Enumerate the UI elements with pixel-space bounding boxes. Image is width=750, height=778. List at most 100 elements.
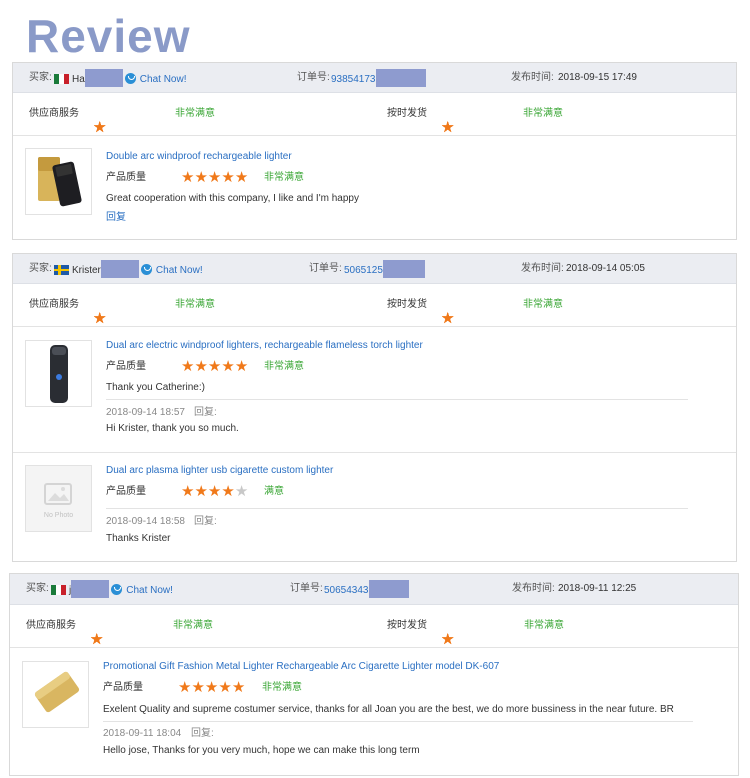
divider bbox=[106, 508, 688, 509]
lighter-image bbox=[50, 345, 68, 403]
star-icon: ★ bbox=[178, 679, 192, 696]
order-number[interactable]: 50654343 bbox=[324, 580, 409, 598]
supplier-service-label: 供应商服务 bbox=[26, 620, 76, 631]
redacted-mask bbox=[100, 260, 139, 278]
star-icon: ★ bbox=[194, 483, 208, 500]
star-icon: ★ bbox=[234, 358, 249, 375]
redacted-mask bbox=[84, 69, 123, 87]
buyer-info: Ha Chat Now! bbox=[53, 69, 187, 87]
buyer-label: 买家: bbox=[29, 263, 52, 274]
service-ratings-row: 供应商服务 ★ ★ ★ ★ ★ 非常满意 按时发货 ★ ★ ★ ★ ★ 非常满意 bbox=[13, 284, 736, 327]
order-number-prefix[interactable]: 93854173 bbox=[331, 74, 376, 85]
review-card: 买家: j Chat Now! 订单号: 50654343 发布时间: 2018-… bbox=[9, 573, 739, 776]
product-title-link[interactable]: Dual arc plasma lighter usb cigarette cu… bbox=[106, 465, 333, 477]
quality-rating-stars: ★★★★★ bbox=[181, 169, 249, 186]
lighter-image bbox=[34, 671, 80, 713]
star-icon: ★ bbox=[207, 483, 222, 500]
item-separator bbox=[13, 452, 736, 453]
quality-rating-text: 非常满意 bbox=[264, 172, 304, 183]
supplier-service-label: 供应商服务 bbox=[29, 108, 79, 119]
product-thumbnail[interactable]: No Photo bbox=[25, 465, 92, 532]
review-card: 买家: Ha Chat Now! 订单号: 93854173 发布时间: 2018… bbox=[12, 62, 737, 240]
product-quality-label: 产品质量 bbox=[106, 486, 146, 497]
shipping-rating-text: 非常满意 bbox=[523, 108, 563, 119]
star-icon: ★ bbox=[194, 169, 208, 186]
review-header: 买家: j Chat Now! 订单号: 50654343 发布时间: 2018-… bbox=[10, 574, 738, 605]
posted-label: 发布时间: bbox=[512, 583, 555, 594]
star-icon: ★ bbox=[231, 679, 246, 696]
product-title-link[interactable]: Dual arc electric windproof lighters, re… bbox=[106, 340, 423, 352]
chat-icon[interactable] bbox=[111, 584, 123, 595]
star-icon: ★ bbox=[234, 483, 249, 500]
reply-text: Thanks Krister bbox=[106, 533, 171, 544]
order-number[interactable]: 93854173 bbox=[331, 69, 426, 87]
chat-now-link[interactable]: Chat Now! bbox=[140, 74, 187, 85]
chat-icon[interactable] bbox=[140, 264, 152, 275]
buyer-name: Ha bbox=[72, 74, 85, 86]
quality-rating-stars: ★★★★★ bbox=[181, 358, 249, 375]
supplier-rating-text: 非常满意 bbox=[175, 299, 215, 310]
chat-now-link[interactable]: Chat Now! bbox=[156, 265, 203, 276]
lighter-image bbox=[38, 157, 82, 207]
product-quality-label: 产品质量 bbox=[106, 172, 146, 183]
review-header: 买家: Ha Chat Now! 订单号: 93854173 发布时间: 2018… bbox=[13, 63, 736, 93]
reply-date: 2018-09-14 18:57 bbox=[106, 407, 185, 418]
order-number[interactable]: 5065125 bbox=[344, 260, 425, 278]
product-quality-label: 产品质量 bbox=[103, 682, 143, 693]
order-label: 订单号: bbox=[297, 72, 330, 83]
star-icon: ★ bbox=[207, 358, 222, 375]
product-thumbnail[interactable] bbox=[25, 340, 92, 407]
chat-now-link[interactable]: Chat Now! bbox=[126, 585, 173, 596]
reply-date: 2018-09-14 18:58 bbox=[106, 516, 185, 527]
no-photo-label: No Photo bbox=[43, 512, 74, 519]
order-label: 订单号: bbox=[290, 583, 323, 594]
review-comment: Exelent Quality and supreme costumer ser… bbox=[103, 704, 674, 715]
buyer-info: j Chat Now! bbox=[50, 580, 173, 598]
review-comment: Thank you Catherine:) bbox=[106, 382, 205, 393]
shipping-rating-text: 非常满意 bbox=[524, 620, 564, 631]
posted-time: 2018-09-14 05:05 bbox=[566, 263, 645, 274]
reply-link[interactable]: 回复 bbox=[106, 212, 126, 224]
star-icon: ★ bbox=[191, 679, 205, 696]
posted-time: 2018-09-11 12:25 bbox=[558, 583, 637, 594]
star-icon: ★ bbox=[181, 169, 195, 186]
mexico-flag-icon bbox=[54, 73, 69, 84]
mexico-flag-icon bbox=[51, 584, 66, 595]
redacted-mask bbox=[71, 580, 110, 598]
order-number-prefix[interactable]: 50654343 bbox=[324, 585, 369, 596]
star-icon: ★ bbox=[441, 631, 455, 648]
quality-rating-text: 非常满意 bbox=[264, 361, 304, 372]
posted-time: 2018-09-15 17:49 bbox=[558, 72, 637, 83]
chat-icon[interactable] bbox=[124, 73, 136, 84]
order-number-prefix[interactable]: 5065125 bbox=[344, 265, 383, 276]
order-label: 订单号: bbox=[309, 263, 342, 274]
supplier-service-label: 供应商服务 bbox=[29, 299, 79, 310]
star-icon: ★ bbox=[234, 169, 249, 186]
quality-rating-text: 非常满意 bbox=[262, 682, 302, 693]
on-time-label: 按时发货 bbox=[387, 620, 427, 631]
reply-text: Hi Krister, thank you so much. bbox=[106, 423, 239, 434]
supplier-rating-text: 非常满意 bbox=[175, 108, 215, 119]
star-icon: ★ bbox=[194, 358, 208, 375]
star-icon: ★ bbox=[221, 169, 235, 186]
product-thumbnail[interactable] bbox=[25, 148, 92, 215]
quality-rating-text: 满意 bbox=[264, 486, 284, 497]
page-title: Review bbox=[26, 10, 191, 62]
redacted-mask bbox=[368, 580, 409, 598]
reply-label: 回复: bbox=[194, 407, 217, 418]
quality-rating-stars: ★★★★★ bbox=[178, 679, 246, 696]
star-icon: ★ bbox=[181, 358, 195, 375]
quality-rating-stars: ★★★★★ bbox=[181, 483, 249, 500]
service-ratings-row: 供应商服务 ★ ★ ★ ★ ★ 非常满意 按时发货 ★ ★ ★ ★ ★ 非常满意 bbox=[13, 93, 736, 136]
product-thumbnail[interactable] bbox=[22, 661, 89, 728]
product-title-link[interactable]: Double arc windproof rechargeable lighte… bbox=[106, 151, 292, 163]
reply-label: 回复: bbox=[194, 516, 217, 527]
buyer-name: Krister bbox=[72, 265, 101, 277]
star-icon: ★ bbox=[204, 679, 219, 696]
product-title-link[interactable]: Promotional Gift Fashion Metal Lighter R… bbox=[103, 661, 499, 673]
reply-date: 2018-09-11 18:04 bbox=[103, 728, 182, 739]
on-time-label: 按时发货 bbox=[387, 299, 427, 310]
sweden-flag-icon bbox=[54, 264, 69, 275]
star-icon: ★ bbox=[441, 119, 455, 136]
buyer-label: 买家: bbox=[26, 583, 49, 594]
